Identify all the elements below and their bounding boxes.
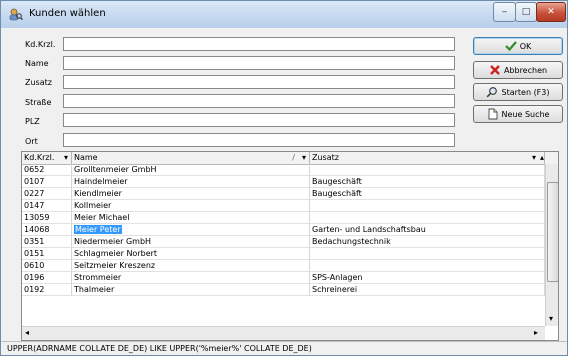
table-row[interactable]: 14068 Meier Peter Garten- und Landschaftsb…	[22, 224, 545, 236]
cell-zusatz: Baugeschäft	[310, 176, 545, 188]
cell-kd: 0196	[22, 272, 72, 284]
column-header-name[interactable]: Name / ▾	[72, 152, 310, 164]
cell-kd: 14068	[22, 224, 72, 236]
new-search-button[interactable]: Neue Suche	[473, 105, 563, 123]
scroll-left-arrow-icon[interactable]: ◂	[25, 328, 29, 337]
field-label-ort: Ort	[25, 137, 38, 146]
cell-name: Niedermeier GmbH	[72, 236, 310, 248]
plz-input[interactable]	[63, 113, 455, 127]
table-row[interactable]: 0147 Kollmeier	[22, 200, 545, 212]
horizontal-scrollbar[interactable]: ◂ ▸	[22, 326, 545, 340]
dropdown-arrow-icon: ▾	[531, 153, 536, 162]
cell-kd: 13059	[22, 212, 72, 224]
cell-kd: 0227	[22, 188, 72, 200]
column-header-zusatz[interactable]: Zusatz ▾ ▴	[310, 152, 545, 164]
vertical-scrollbar[interactable]: ▾	[545, 164, 558, 326]
table-row[interactable]: 0192 Thalmeier Schreinerei	[22, 284, 545, 296]
status-bar-query: UPPER(ADRNAME COLLATE DE_DE) LIKE UPPER(…	[1, 341, 567, 355]
zusatz-input[interactable]	[63, 75, 455, 89]
cell-name: Thalmeier	[72, 284, 310, 296]
table-row[interactable]: 0107 Haindelmeier Baugeschäft	[22, 176, 545, 188]
minimize-button[interactable]: ‒	[493, 2, 516, 22]
start-button[interactable]: Starten (F3)	[473, 83, 563, 101]
field-label-plz: PLZ	[25, 117, 40, 126]
cell-zusatz	[310, 212, 545, 224]
field-label-zusatz: Zusatz	[25, 78, 52, 87]
cell-name: Meier Michael	[72, 212, 310, 224]
cell-zusatz	[310, 248, 545, 260]
cell-name: Grolltenmeier GmbH	[72, 164, 310, 176]
scroll-right-arrow-icon[interactable]: ▸	[534, 328, 538, 337]
cell-kd: 0192	[22, 284, 72, 296]
cell-zusatz: Bedachungstechnik	[310, 236, 545, 248]
cell-kd: 0652	[22, 164, 72, 176]
strasse-input[interactable]	[63, 94, 455, 108]
customer-select-window: Kunden wählen ‒ □ ✕ Kd.Krzl. Name Zusatz…	[0, 0, 568, 356]
cell-zusatz: Baugeschäft	[310, 188, 545, 200]
cancel-label: Abbrechen	[503, 65, 548, 75]
cross-icon	[490, 65, 500, 75]
new-document-icon	[488, 108, 497, 120]
title-bar: Kunden wählen ‒ □ ✕	[1, 1, 567, 28]
cell-zusatz: SPS-Anlagen	[310, 272, 545, 284]
cell-kd: 0151	[22, 248, 72, 260]
table-row[interactable]: 0351 Niedermeier GmbH Bedachungstechnik	[22, 236, 545, 248]
scroll-up-arrow-icon[interactable]: ▴	[540, 152, 544, 164]
close-icon: ✕	[547, 7, 555, 17]
name-input[interactable]	[63, 56, 455, 70]
ort-input[interactable]	[63, 133, 455, 147]
cancel-button[interactable]: Abbrechen	[473, 61, 563, 79]
cell-kd: 0351	[22, 236, 72, 248]
maximize-button[interactable]: □	[515, 2, 537, 22]
dropdown-arrow-icon: ▾	[63, 153, 68, 162]
cell-zusatz	[310, 260, 545, 272]
table-row[interactable]: 13059 Meier Michael	[22, 212, 545, 224]
cell-name: Haindelmeier	[72, 176, 310, 188]
cell-zusatz: Schreinerei	[310, 284, 545, 296]
scroll-thumb[interactable]	[547, 182, 558, 282]
cell-name: Seitzmeier Kreszenz	[72, 260, 310, 272]
kd-krzl-input[interactable]	[63, 37, 455, 51]
minimize-icon: ‒	[501, 7, 508, 17]
ok-label: OK	[519, 41, 532, 51]
close-button[interactable]: ✕	[536, 2, 566, 22]
field-label-name: Name	[25, 59, 49, 68]
field-label-kd: Kd.Krzl.	[25, 40, 56, 49]
checkmark-icon	[504, 41, 517, 52]
maximize-icon: □	[521, 7, 531, 17]
cell-name: Schlagmeier Norbert	[72, 248, 310, 260]
cell-name: Strommeier	[72, 272, 310, 284]
table-row[interactable]: 0151 Schlagmeier Norbert	[22, 248, 545, 260]
search-icon	[487, 87, 498, 98]
new-search-label: Neue Suche	[501, 109, 550, 119]
table-row[interactable]: 0196 Strommeier SPS-Anlagen	[22, 272, 545, 284]
column-header-kd[interactable]: Kd.Krzl. ▾	[22, 152, 72, 164]
ok-button[interactable]: OK	[473, 37, 563, 55]
window-title: Kunden wählen	[29, 8, 106, 19]
cell-kd: 0147	[22, 200, 72, 212]
cell-zusatz	[310, 164, 545, 176]
scroll-down-arrow-icon[interactable]: ▾	[549, 314, 553, 323]
sort-separator-icon: /	[292, 153, 295, 162]
field-label-strasse: Straße	[25, 98, 52, 107]
customer-search-icon	[9, 8, 23, 21]
table-row[interactable]: 0610 Seitzmeier Kreszenz	[22, 260, 545, 272]
table-row[interactable]: 0227 Kiendlmeier Baugeschäft	[22, 188, 545, 200]
cell-name: Kiendlmeier	[72, 188, 310, 200]
cell-kd: 0610	[22, 260, 72, 272]
customer-results-grid: Kd.Krzl. ▾ Name / ▾ Zusatz ▾ ▴ 0652 Groll…	[21, 151, 559, 341]
start-label: Starten (F3)	[501, 87, 550, 97]
cell-name: Meier Peter	[72, 224, 310, 236]
cell-kd: 0107	[22, 176, 72, 188]
dropdown-arrow-icon: ▾	[301, 153, 306, 162]
cell-name: Kollmeier	[72, 200, 310, 212]
cell-zusatz: Garten- und Landschaftsbau	[310, 224, 545, 236]
cell-zusatz	[310, 200, 545, 212]
table-row[interactable]: 0652 Grolltenmeier GmbH	[22, 164, 545, 176]
